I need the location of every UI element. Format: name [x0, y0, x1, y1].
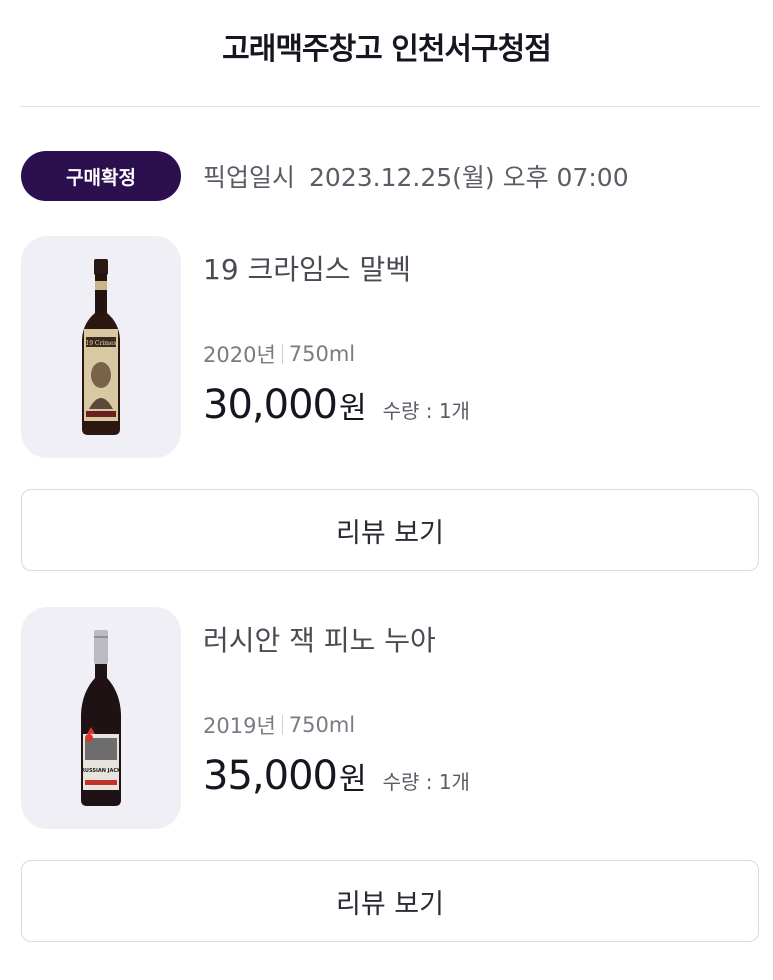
price: 35,000: [203, 753, 338, 799]
price-row: 30,000 원 수량 : 1개: [203, 382, 470, 428]
meta-separator: [281, 715, 283, 735]
volume: 750ml: [288, 342, 356, 366]
bottle-label-text: 19 Crimes: [85, 340, 116, 347]
price: 30,000: [203, 382, 338, 428]
store-title: 고래맥주창고 인천서구청점: [222, 32, 552, 67]
vintage: 2019년: [203, 714, 276, 738]
vintage: 2020년: [203, 343, 276, 367]
order-status-row: 구매확정 픽업일시 2023.12.25(월) 오후 07:00: [21, 150, 629, 202]
product-thumbnail[interactable]: 19 Crimes: [21, 236, 181, 458]
wine-bottle-icon: RUSSIAN JACK: [81, 630, 122, 806]
order-item[interactable]: 19 Crimes 19 크라임스 말벡 2020년 750ml 30,000 …: [21, 236, 761, 458]
status-badge: 구매확정: [21, 151, 181, 201]
pickup-datetime: 2023.12.25(월) 오후 07:00: [309, 163, 629, 192]
meta-separator: [281, 344, 283, 364]
pickup-info: 픽업일시 2023.12.25(월) 오후 07:00: [203, 158, 629, 194]
product-meta: 2020년 750ml: [203, 339, 355, 369]
header-divider: [20, 106, 760, 107]
pickup-label: 픽업일시: [203, 163, 296, 192]
product-name[interactable]: 19 크라임스 말벡: [203, 248, 411, 288]
bottle-label-text: RUSSIAN JACK: [81, 768, 122, 774]
wine-bottle-icon: 19 Crimes: [82, 259, 120, 435]
product-meta: 2019년 750ml: [203, 710, 355, 740]
currency: 원: [338, 762, 367, 797]
order-item[interactable]: RUSSIAN JACK 러시안 잭 피노 누아 2019년 750ml 35,…: [21, 607, 761, 829]
review-button[interactable]: 리뷰 보기: [21, 860, 759, 942]
quantity: 수량 : 1개: [382, 770, 470, 794]
currency: 원: [338, 391, 367, 426]
review-button[interactable]: 리뷰 보기: [21, 489, 759, 571]
product-thumbnail[interactable]: RUSSIAN JACK: [21, 607, 181, 829]
volume: 750ml: [288, 713, 356, 737]
page-header: 고래맥주창고 인천서구청점: [0, 0, 773, 92]
quantity: 수량 : 1개: [382, 399, 470, 423]
product-name[interactable]: 러시안 잭 피노 누아: [203, 619, 436, 659]
price-row: 35,000 원 수량 : 1개: [203, 753, 470, 799]
